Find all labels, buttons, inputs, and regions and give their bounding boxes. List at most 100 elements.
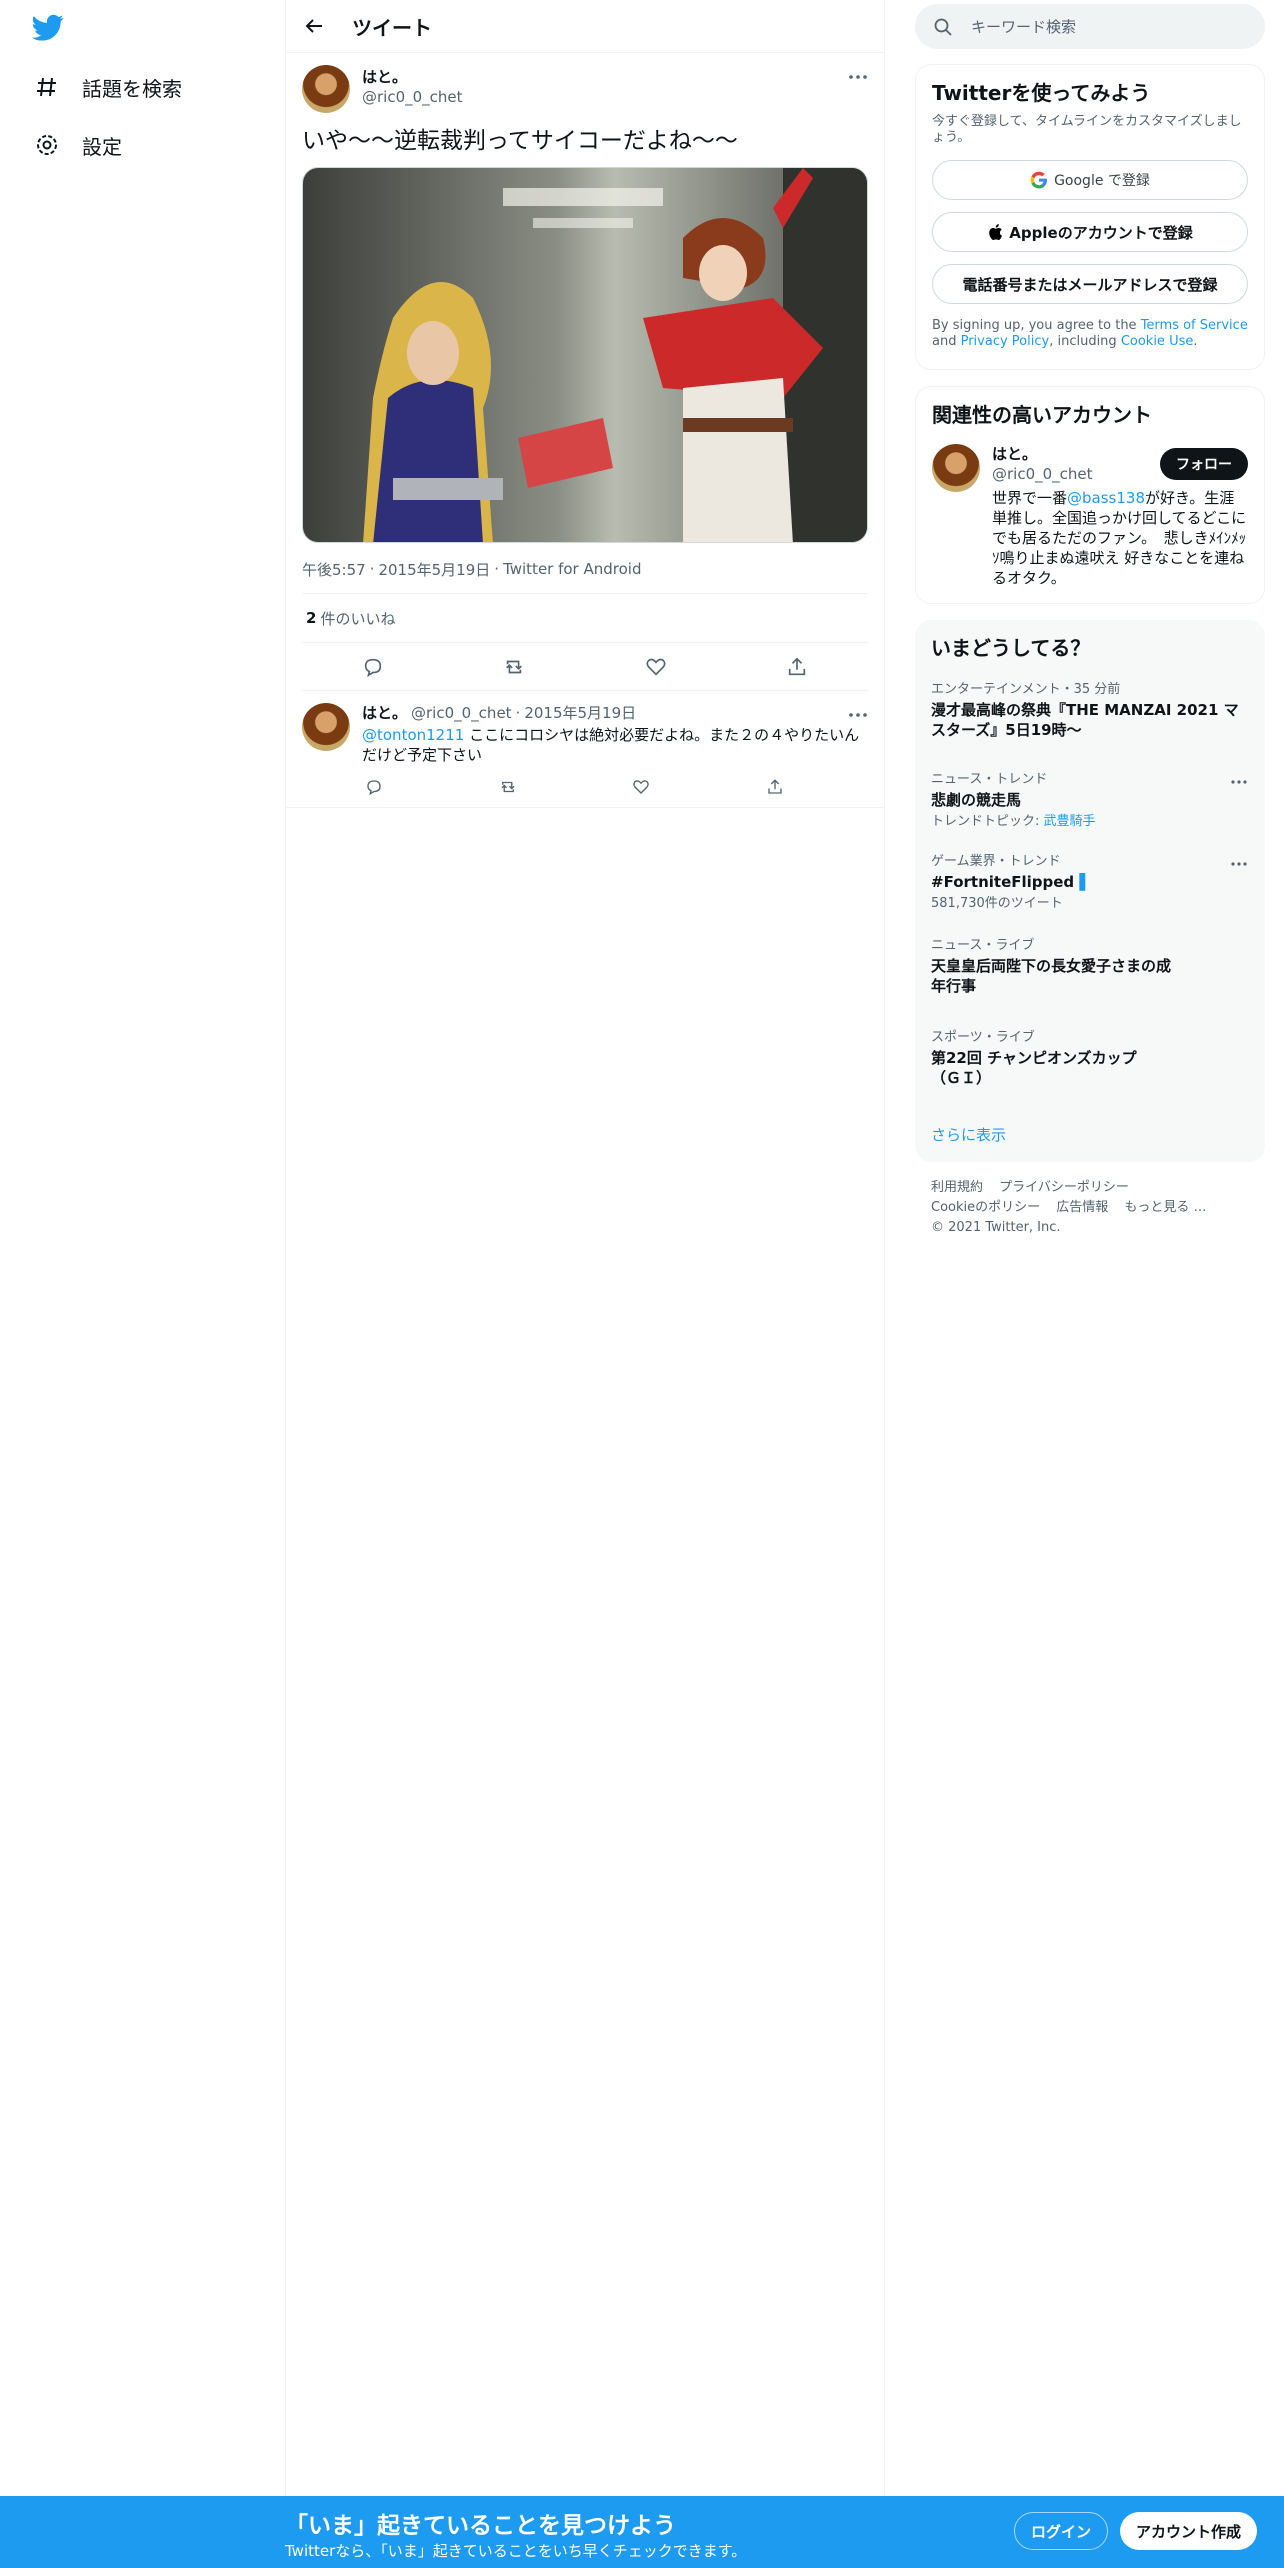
related-account-bio: 世界で一番@bass138が好き。生涯単推し。全国追っかけ回してるどこにでも居る… — [992, 488, 1247, 588]
heart-icon[interactable] — [638, 649, 674, 685]
signup-card-subtitle: 今すぐ登録して、タイムラインをカスタマイズしましょう。 — [932, 114, 1242, 145]
trend-sub-text: トレンドトピック: — [931, 814, 1044, 829]
bottom-bar-title: 「いま」起きていることを見つけよう — [285, 2513, 676, 2539]
tweet-date[interactable]: 2015年5月19日 — [378, 559, 490, 580]
footer-privacy-link[interactable]: プライバシーポリシー — [999, 1180, 1129, 1195]
follow-button[interactable]: フォロー — [1160, 448, 1248, 480]
trend-name: 天皇皇后両陛下の長女愛子さまの成年行事 — [931, 957, 1172, 995]
more-options-icon[interactable] — [848, 67, 868, 87]
apple-signup-button[interactable]: Appleのアカウントで登録 — [932, 212, 1248, 252]
bottom-signup-bar: 「いま」起きていることを見つけよう Twitterなら、「いま」起きていることを… — [0, 2496, 1284, 2568]
show-more-link[interactable]: さらに表示 — [931, 1124, 1006, 1145]
trend-item[interactable]: ゲーム業界・トレンド #FortniteFlipped ▌ 581,730件のツ… — [931, 854, 1249, 912]
trend-sub: 581,730件のツイート — [931, 896, 1063, 911]
reply-icon[interactable] — [362, 775, 386, 799]
signup-card-title: Twitterを使ってみよう — [932, 81, 1151, 105]
google-signup-button[interactable]: Google で登録 — [932, 160, 1248, 200]
header: ツイート — [286, 0, 884, 53]
tweet-photo[interactable] — [302, 167, 868, 543]
twitter-logo-icon[interactable] — [32, 14, 64, 42]
avatar[interactable] — [302, 703, 350, 751]
trend-item[interactable]: ニュース・ライブ 天皇皇后両陛下の長女愛子さまの成年行事 — [931, 938, 1249, 996]
related-accounts-card: 関連性の高いアカウント はと。 @ric0_0_chet 世界で一番@bass1… — [915, 386, 1265, 604]
footer-cookie-link[interactable]: Cookieのポリシー — [931, 1200, 1040, 1215]
more-options-icon[interactable] — [1229, 854, 1249, 874]
tweet-source[interactable]: Twitter for Android — [503, 560, 641, 578]
likes-count: 2 — [306, 609, 317, 627]
bio-text: 世界で一番 — [992, 489, 1068, 507]
tweet-actions — [302, 643, 868, 691]
reply-actions — [362, 775, 787, 799]
footer-terms-link[interactable]: 利用規約 — [931, 1180, 983, 1195]
footer-copyright: © 2021 Twitter, Inc. — [931, 1220, 1061, 1235]
reply-tweet[interactable]: はと。 @ric0_0_chet · 2015年5月19日 @tonton121… — [286, 691, 884, 808]
privacy-policy-link[interactable]: Privacy Policy — [961, 334, 1050, 349]
cookie-use-link[interactable]: Cookie Use — [1121, 334, 1194, 349]
reply-date[interactable]: 2015年5月19日 — [524, 703, 636, 723]
trend-item[interactable]: エンターテインメント・35 分前 漫才最高峰の祭典『THE MANZAI 202… — [931, 682, 1249, 740]
fortnite-emoji-icon: ▌ — [1079, 873, 1091, 891]
tweet-text: いや～～逆転裁判ってサイコーだよね～～ — [302, 128, 738, 154]
search-box[interactable] — [915, 4, 1265, 49]
search-input[interactable] — [971, 17, 1251, 36]
login-button[interactable]: ログイン — [1014, 2512, 1109, 2550]
tweet-meta: 午後5:57 · 2015年5月19日 · Twitter for Androi… — [302, 559, 868, 579]
signup-button[interactable]: アカウント作成 — [1120, 2512, 1258, 2550]
gear-icon — [34, 132, 60, 158]
reply-author-name[interactable]: はと。 — [362, 703, 407, 723]
trend-name: 第22回 チャンピオンズカップ（ＧＩ） — [931, 1049, 1137, 1087]
bio-mention[interactable]: @bass138 — [1067, 489, 1145, 507]
retweet-icon[interactable] — [496, 775, 520, 799]
trend-name-text: #FortniteFlipped — [931, 873, 1075, 891]
nav-explore[interactable]: 話題を検索 — [34, 65, 182, 109]
trend-item[interactable]: スポーツ・ライブ 第22回 チャンピオンズカップ（ＧＩ） — [931, 1030, 1249, 1088]
reply-author-handle[interactable]: @ric0_0_chet — [411, 703, 512, 723]
tweet-author-name[interactable]: はと。 — [362, 67, 463, 87]
terms-text: By signing up, you agree to the — [932, 318, 1141, 333]
trend-context: ニュース・ライブ — [931, 938, 1035, 953]
share-icon[interactable] — [763, 775, 787, 799]
apple-icon — [987, 223, 1003, 241]
hashtag-icon — [34, 74, 60, 100]
apple-signup-label: Appleのアカウントで登録 — [1009, 223, 1193, 242]
meta-dot: · — [494, 560, 500, 578]
trends-title: いまどうしてる？ — [931, 636, 1091, 660]
trend-sub: トレンドトピック: 武豊騎手 — [931, 814, 1249, 830]
tweet-author-handle[interactable]: @ric0_0_chet — [362, 87, 463, 107]
back-arrow-icon[interactable] — [296, 8, 332, 44]
nav-explore-label: 話題を検索 — [82, 76, 182, 101]
avatar[interactable] — [302, 65, 350, 113]
footer-links: 利用規約 プライバシーポリシー Cookieのポリシー 広告情報 もっと見る …… — [931, 1178, 1251, 1238]
trend-topic-link[interactable]: 武豊騎手 — [1044, 814, 1096, 829]
heart-icon[interactable] — [629, 775, 653, 799]
trend-context: ニュース・トレンド — [931, 772, 1048, 787]
likes-row[interactable]: 2 件のいいね — [302, 593, 868, 643]
nav-settings-label: 設定 — [82, 134, 122, 159]
retweet-icon[interactable] — [496, 649, 532, 685]
trend-context: ゲーム業界・トレンド — [931, 854, 1061, 869]
tweet-time[interactable]: 午後5:57 — [302, 559, 366, 580]
more-options-icon[interactable] — [1229, 772, 1249, 792]
footer-ads-link[interactable]: 広告情報 — [1056, 1200, 1108, 1215]
trend-item[interactable]: ニュース・トレンド 悲劇の競走馬 トレンドトピック: 武豊騎手 — [931, 772, 1249, 830]
signup-terms: By signing up, you agree to the Terms of… — [916, 318, 1264, 350]
google-icon — [1030, 171, 1048, 189]
trends-card: いまどうしてる？ エンターテインメント・35 分前 漫才最高峰の祭典『THE M… — [915, 620, 1265, 1162]
phone-email-signup-button[interactable]: 電話番号またはメールアドレスで登録 — [932, 264, 1248, 304]
terms-text: and — [932, 334, 961, 349]
trend-context: エンターテインメント・35 分前 — [931, 682, 1121, 697]
more-options-icon[interactable] — [848, 705, 868, 725]
nav-settings[interactable]: 設定 — [34, 123, 122, 167]
avatar[interactable] — [932, 444, 980, 492]
share-icon[interactable] — [779, 649, 815, 685]
footer-more-link[interactable]: もっと見る … — [1124, 1200, 1206, 1215]
meta-dot: · — [369, 560, 375, 578]
reply-icon[interactable] — [355, 649, 391, 685]
bottom-bar-subtitle: Twitterなら、「いま」起きていることをいち早くチェックできます。 — [285, 2542, 747, 2560]
reply-mention[interactable]: @tonton1211 — [362, 726, 464, 744]
related-account[interactable]: はと。 @ric0_0_chet 世界で一番@bass138が好き。生涯単推し。… — [916, 444, 1264, 588]
terms-of-service-link[interactable]: Terms of Service — [1141, 318, 1248, 333]
signup-card: Twitterを使ってみよう 今すぐ登録して、タイムラインをカスタマイズしましょ… — [915, 64, 1265, 370]
terms-text: , including — [1049, 334, 1121, 349]
main-column: ツイート はと。 @ric0_0_chet いや～～逆転裁判ってサイコーだよね～… — [285, 0, 885, 2568]
